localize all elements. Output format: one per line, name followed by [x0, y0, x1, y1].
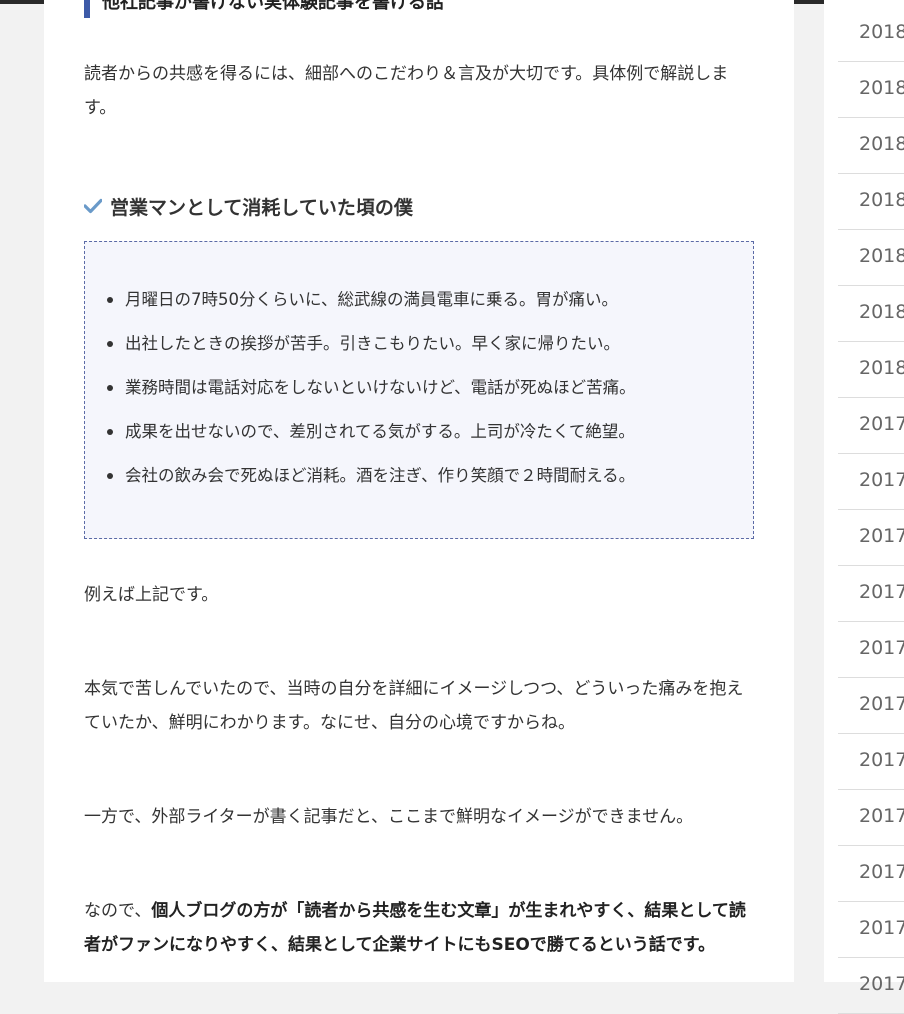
archive-year-link[interactable]: 2018	[838, 61, 904, 118]
archive-year-link[interactable]: 2017	[838, 957, 904, 1014]
bullet-icon	[107, 429, 113, 435]
archive-year-link[interactable]: 2017	[838, 621, 904, 678]
archive-year-link[interactable]: 2017	[838, 565, 904, 622]
archive-sidebar: 2018 2018 2018 2018 2018 2018 2018 2017 …	[824, 0, 904, 1014]
archive-year-link[interactable]: 2017	[838, 397, 904, 454]
experience-list-box: 月曜日の7時50分くらいに、総武線の満員電車に乗る。胃が痛い。 出社したときの挨…	[84, 241, 754, 539]
archive-year-link[interactable]: 2018	[838, 341, 904, 398]
archive-year-link[interactable]: 2018	[838, 173, 904, 230]
section-heading-text: 他社記事が書けない実体験記事を書ける話	[102, 0, 444, 13]
bullet-icon	[107, 297, 113, 303]
article-body: 他社記事が書けない実体験記事を書ける話 読者からの共感を得るには、細部へのこだわ…	[44, 0, 794, 982]
bullet-icon	[107, 473, 113, 479]
archive-year-link[interactable]: 2018	[838, 5, 904, 62]
archive-year-link[interactable]: 2017	[838, 453, 904, 510]
archive-year-link[interactable]: 2018	[838, 229, 904, 286]
archive-year-link[interactable]: 2017	[838, 677, 904, 734]
archive-year-link[interactable]: 2017	[838, 733, 904, 790]
archive-year-link[interactable]: 2017	[838, 845, 904, 902]
paragraph-detail: 本気で苦しんでいたので、当時の自分を詳細にイメージしつつ、どういった痛みを抱えて…	[84, 679, 744, 733]
paragraph-contrast: 一方で、外部ライターが書く記事だと、ここまで鮮明なイメージができません。	[84, 807, 694, 827]
check-heading-text: 営業マンとして消耗していた頃の僕	[110, 196, 413, 219]
archive-year-link[interactable]: 2017	[838, 901, 904, 958]
bullet-icon	[107, 385, 113, 391]
check-heading: 営業マンとして消耗していた頃の僕	[84, 190, 413, 222]
paragraph-conclusion: なので、個人ブログの方が「読者から共感を生む文章」が生まれやすく、結果として読者…	[84, 901, 746, 955]
intro-paragraph: 読者からの共感を得るには、細部へのこだわり＆言及が大切です。具体例で解説します。	[84, 64, 729, 118]
conclusion-bold-text: 個人ブログの方が「読者から共感を生む文章」が生まれやすく、結果として読者がファン…	[84, 901, 746, 955]
list-item: 出社したときの挨拶が苦手。引きこもりたい。早く家に帰りたい。	[107, 322, 636, 366]
section-heading: 他社記事が書けない実体験記事を書ける話	[84, 0, 764, 18]
list-item: 月曜日の7時50分くらいに、総武線の満員電車に乗る。胃が痛い。	[107, 278, 636, 322]
heading-accent-bar	[84, 0, 90, 18]
list-item: 業務時間は電話対応をしないといけないけど、電話が死ぬほど苦痛。	[107, 366, 636, 410]
archive-year-link[interactable]: 2018	[838, 117, 904, 174]
archive-year-link[interactable]: 2017	[838, 509, 904, 566]
list-item: 成果を出せないので、差別されてる気がする。上司が冷たくて絶望。	[107, 410, 636, 454]
list-item: 会社の飲み会で死ぬほど消耗。酒を注ぎ、作り笑顔で２時間耐える。	[107, 454, 636, 498]
paragraph-example: 例えば上記です。	[84, 585, 219, 605]
bullet-icon	[107, 341, 113, 347]
archive-year-link[interactable]: 2018	[838, 285, 904, 342]
archive-year-link[interactable]: 2017	[838, 789, 904, 846]
experience-list: 月曜日の7時50分くらいに、総武線の満員電車に乗る。胃が痛い。 出社したときの挨…	[107, 278, 636, 498]
check-icon	[84, 198, 102, 214]
